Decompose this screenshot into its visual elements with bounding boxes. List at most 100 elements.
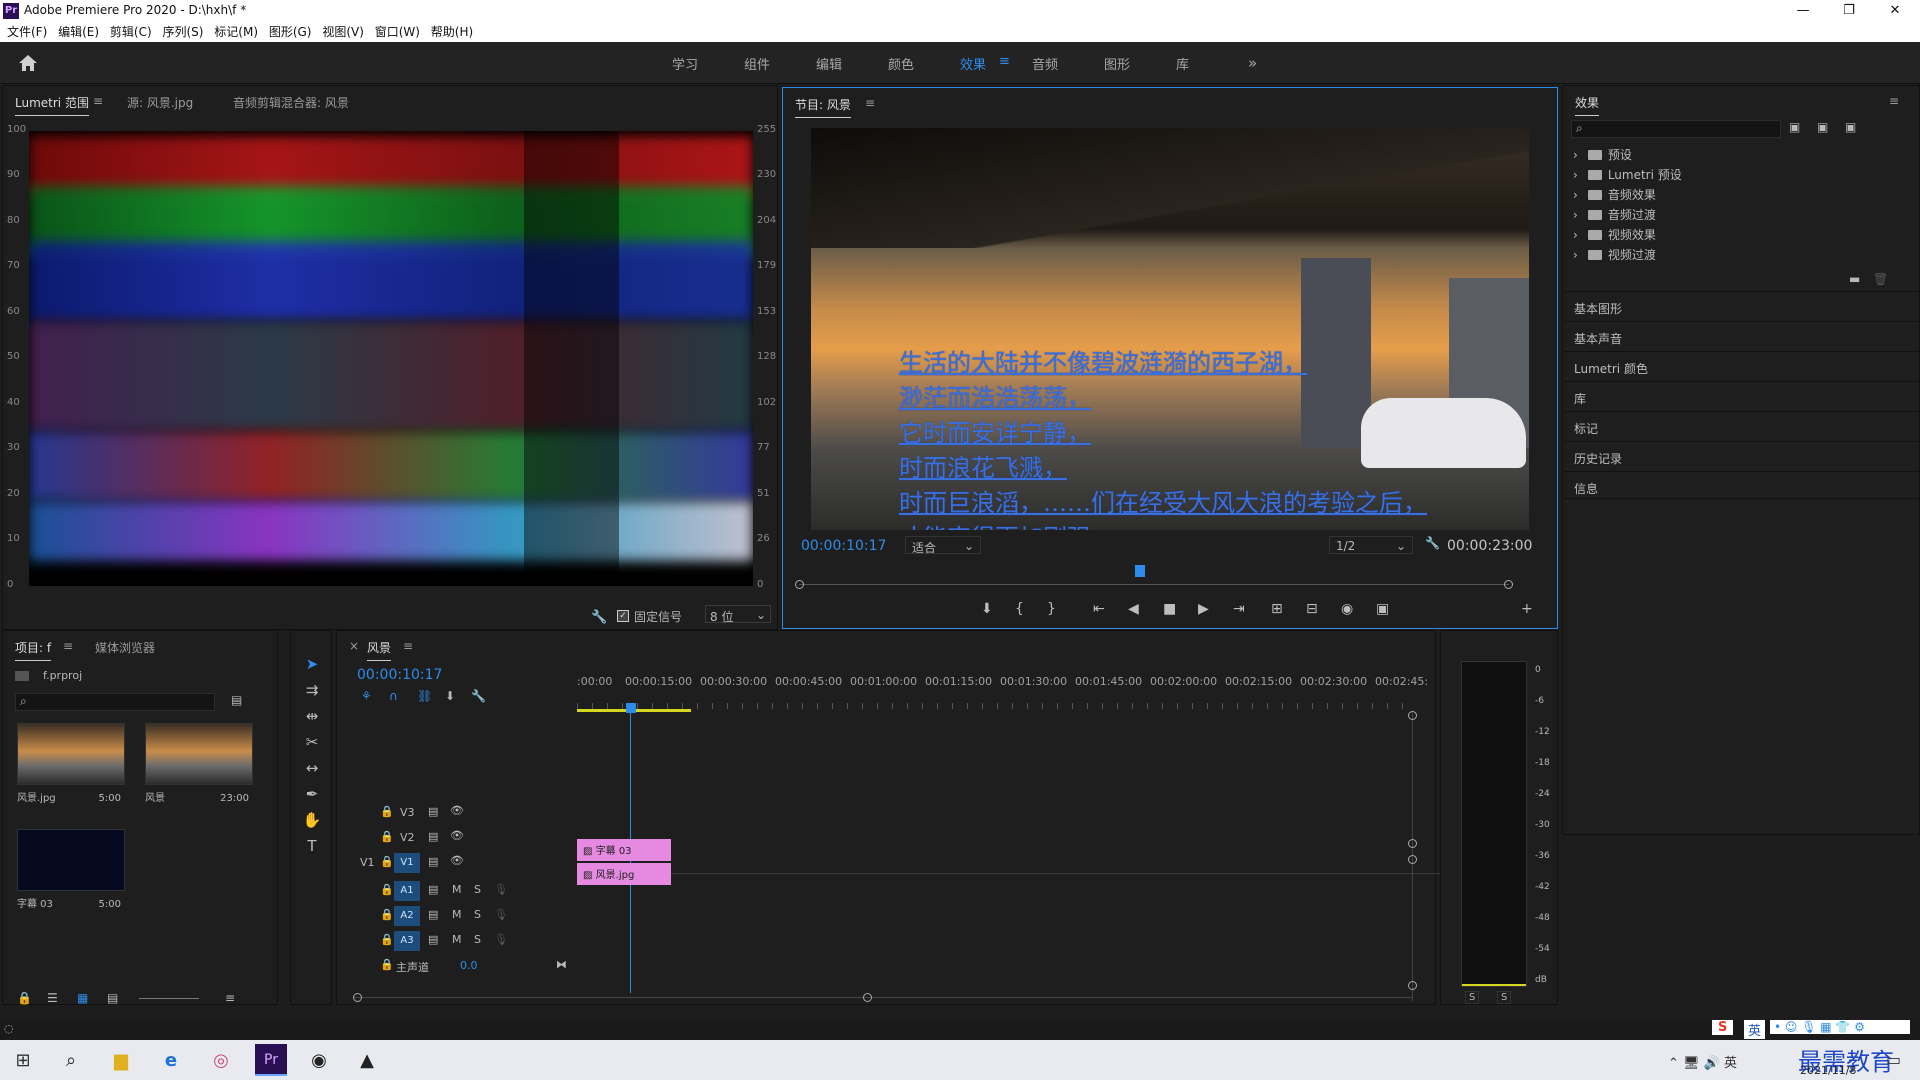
settings-wrench-icon[interactable]: 🔧 bbox=[1425, 536, 1440, 550]
mark-out-icon[interactable]: } bbox=[1047, 601, 1056, 617]
solo-button[interactable]: S bbox=[474, 908, 481, 921]
freeform-view-icon[interactable]: ▤ bbox=[107, 991, 118, 1005]
time-ruler[interactable]: :00:00 00:00:15:00 00:00:30:00 00:00:45:… bbox=[577, 675, 1428, 715]
solo-left-button[interactable]: S bbox=[1465, 991, 1480, 1004]
sync-lock-icon[interactable]: ▤ bbox=[428, 908, 438, 921]
track-target-a3[interactable]: A3 bbox=[394, 931, 420, 951]
tab-program[interactable]: 节目: 风景 bbox=[795, 96, 851, 118]
hand-tool-icon[interactable]: ✋ bbox=[301, 809, 323, 831]
effects-menu-icon[interactable]: ≡ bbox=[1889, 94, 1899, 108]
sequence-menu-icon[interactable]: ≡ bbox=[403, 639, 413, 653]
menu-sequence[interactable]: 序列(S) bbox=[162, 22, 203, 42]
zoom-handle-left[interactable] bbox=[353, 993, 362, 1002]
menu-window[interactable]: 窗口(W) bbox=[375, 22, 420, 42]
selection-tool-icon[interactable]: ➤ bbox=[301, 653, 323, 675]
fit-dropdown[interactable]: 适合 ⌄ bbox=[905, 536, 981, 555]
ripple-edit-tool-icon[interactable]: ⇹ bbox=[301, 705, 323, 727]
program-video-frame[interactable]: 生活的大陆并不像碧波涟漪的西子湖， 渺茫而浩浩荡荡， 它时而安详宁静， 时而浪花… bbox=[811, 128, 1529, 530]
icon-view-icon[interactable]: ▦ bbox=[77, 991, 88, 1005]
workspace-audio[interactable]: 音频 bbox=[1032, 54, 1058, 73]
find-icon[interactable]: ▤ bbox=[231, 693, 242, 707]
workspace-libraries[interactable]: 库 bbox=[1176, 54, 1189, 73]
project-search-input[interactable]: ⌕ bbox=[15, 693, 215, 711]
scroll-handle[interactable] bbox=[1408, 981, 1417, 990]
nest-icon[interactable]: ⚘ bbox=[361, 689, 372, 703]
stop-icon[interactable]: ■ bbox=[1163, 601, 1176, 617]
clamp-signal-checkbox[interactable]: ✓ bbox=[617, 610, 629, 622]
lock-icon[interactable]: 🔒 bbox=[380, 855, 394, 868]
track-select-tool-icon[interactable]: ⇉ bbox=[301, 679, 323, 701]
workspace-color[interactable]: 颜色 bbox=[888, 54, 914, 73]
notification-icon[interactable]: ▭ bbox=[1886, 1050, 1901, 1069]
add-marker-icon[interactable]: ⬇ bbox=[445, 689, 455, 703]
lock-icon[interactable]: 🔒 bbox=[380, 883, 394, 896]
program-menu-icon[interactable]: ≡ bbox=[865, 96, 875, 110]
tab-menu-icon[interactable]: ≡ bbox=[93, 94, 103, 108]
tab-lumetri-scopes[interactable]: Lumetri 范围 bbox=[15, 94, 89, 116]
type-tool-icon[interactable]: T bbox=[301, 835, 323, 857]
step-back-icon[interactable]: ◀ bbox=[1128, 601, 1139, 617]
scrub-start-handle[interactable] bbox=[795, 580, 804, 589]
razor-tool-icon[interactable]: ✂ bbox=[301, 731, 323, 753]
media-player-icon[interactable]: ◉ bbox=[306, 1048, 332, 1074]
sogou-ime-icon[interactable]: S bbox=[1712, 1020, 1734, 1035]
delete-icon[interactable]: 🗑 bbox=[1873, 272, 1888, 286]
playhead-handle[interactable] bbox=[626, 703, 636, 713]
zoom-slider[interactable] bbox=[139, 998, 199, 999]
menu-clip[interactable]: 剪辑(C) bbox=[110, 22, 152, 42]
mic-icon[interactable]: 🎙 bbox=[494, 883, 508, 896]
tab-audio-clip-mixer[interactable]: 音频剪辑混合器: 风景 bbox=[233, 94, 349, 111]
master-volume[interactable]: 0.0 bbox=[460, 959, 478, 972]
clip-subtitle[interactable]: ▨ 字幕 03 bbox=[577, 839, 671, 861]
solo-button[interactable]: S bbox=[474, 883, 481, 896]
workspace-editing[interactable]: 编辑 bbox=[816, 54, 842, 73]
lock-icon[interactable]: 🔒 bbox=[380, 830, 394, 843]
workspace-menu-icon[interactable]: ≡ bbox=[999, 54, 1010, 69]
file-explorer-icon[interactable]: ▆ bbox=[108, 1048, 134, 1074]
program-scrub-bar[interactable] bbox=[799, 584, 1509, 585]
eye-icon[interactable]: 👁 bbox=[450, 854, 464, 867]
scrub-end-handle[interactable] bbox=[1504, 580, 1513, 589]
home-icon[interactable] bbox=[18, 54, 38, 72]
wrench-icon[interactable]: 🔧 bbox=[591, 610, 607, 625]
section-info[interactable]: 信息 bbox=[1564, 471, 1920, 499]
pen-tool-icon[interactable]: ✒ bbox=[301, 783, 323, 805]
ime-language[interactable]: 英 bbox=[1744, 1020, 1766, 1039]
project-item[interactable]: 风景 23:00 bbox=[145, 723, 253, 804]
more-workspaces-icon[interactable]: » bbox=[1248, 54, 1257, 72]
clip-image[interactable]: ▨ 风景.jpg bbox=[577, 863, 671, 885]
go-to-in-icon[interactable]: ⇤ bbox=[1093, 601, 1105, 617]
workspace-assembly[interactable]: 组件 bbox=[744, 54, 770, 73]
track-target-a2[interactable]: A2 bbox=[394, 906, 420, 926]
track-target-v1[interactable]: V1 bbox=[394, 853, 420, 873]
sync-lock-icon[interactable]: ▤ bbox=[428, 883, 438, 896]
sort-icon[interactable]: ≡ bbox=[225, 991, 235, 1005]
edge-icon[interactable]: e bbox=[158, 1048, 184, 1074]
timeline-settings-icon[interactable]: 🔧 bbox=[471, 689, 486, 703]
sync-lock-icon[interactable]: ▤ bbox=[428, 855, 438, 868]
source-patch[interactable]: V1 bbox=[360, 856, 375, 869]
go-to-end-icon[interactable]: ⧓ bbox=[556, 958, 567, 971]
extract-icon[interactable]: ⊟ bbox=[1306, 601, 1318, 617]
mute-button[interactable]: M bbox=[452, 908, 462, 921]
tree-video-effects[interactable]: › 视频效果 bbox=[1573, 226, 1656, 243]
button-editor-icon[interactable]: + bbox=[1521, 601, 1533, 617]
horizontal-scrollbar[interactable] bbox=[353, 997, 1413, 998]
project-item[interactable]: 风景.jpg 5:00 bbox=[17, 723, 125, 804]
lock-icon[interactable]: 🔒 bbox=[380, 958, 394, 971]
tab-source[interactable]: 源: 风景.jpg bbox=[127, 94, 193, 111]
bit-depth-dropdown[interactable]: 8 位 ⌄ bbox=[705, 605, 771, 624]
eye-icon[interactable]: 👁 bbox=[450, 829, 464, 842]
section-essential-sound[interactable]: 基本声音 bbox=[1564, 321, 1920, 349]
mic-icon[interactable]: 🎙 bbox=[494, 933, 508, 946]
tree-audio-effects[interactable]: › 音频效果 bbox=[1573, 186, 1656, 203]
workspace-effects[interactable]: 效果 bbox=[960, 54, 986, 73]
premiere-taskbar-icon[interactable]: Pr bbox=[255, 1044, 287, 1076]
resolution-dropdown[interactable]: 1/2 ⌄ bbox=[1329, 536, 1413, 554]
windows-start-icon[interactable]: ⊞ bbox=[10, 1048, 36, 1074]
tree-video-transitions[interactable]: › 视频过渡 bbox=[1573, 246, 1656, 263]
menu-file[interactable]: 文件(F) bbox=[7, 22, 47, 42]
tab-media-browser[interactable]: 媒体浏览器 bbox=[95, 639, 155, 656]
export-frame-icon[interactable]: ◉ bbox=[1341, 601, 1353, 617]
scroll-handle[interactable] bbox=[1408, 855, 1417, 864]
